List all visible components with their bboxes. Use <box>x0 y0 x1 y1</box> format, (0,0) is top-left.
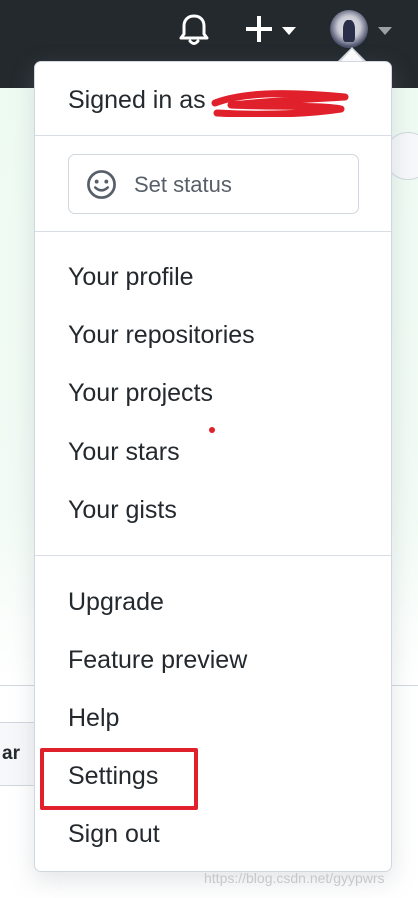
caret-down-icon[interactable] <box>378 27 392 35</box>
smiley-icon <box>87 170 116 199</box>
settings-highlight-box <box>40 748 198 810</box>
menu-item-feature-preview[interactable]: Feature preview <box>68 646 247 675</box>
menu-item-upgrade[interactable]: Upgrade <box>68 588 164 617</box>
divider <box>35 135 391 136</box>
divider <box>35 231 391 232</box>
divider <box>35 555 391 556</box>
signed-in-label: Signed in as <box>68 86 206 114</box>
menu-item-your-repositories[interactable]: Your repositories <box>68 321 255 350</box>
avatar[interactable] <box>330 10 368 48</box>
set-status-button[interactable]: Set status <box>68 154 359 214</box>
menu-item-your-gists[interactable]: Your gists <box>68 496 177 525</box>
caret-down-icon[interactable] <box>282 27 296 35</box>
redaction-mark <box>211 90 349 117</box>
menu-item-your-projects[interactable]: Your projects <box>68 379 213 408</box>
set-status-label: Set status <box>134 172 232 197</box>
watermark: https://blog.csdn.net/gyypwrs <box>204 870 385 886</box>
plus-icon[interactable] <box>246 16 272 42</box>
menu-item-your-profile[interactable]: Your profile <box>68 263 194 292</box>
menu-item-your-stars[interactable]: Your stars <box>68 438 180 467</box>
bell-icon[interactable] <box>178 13 210 47</box>
menu-item-sign-out[interactable]: Sign out <box>68 820 160 849</box>
user-dropdown-menu: Signed in as Set status Your profile You… <box>34 61 392 872</box>
annotation-dot <box>209 427 215 433</box>
menu-item-help[interactable]: Help <box>68 704 119 733</box>
